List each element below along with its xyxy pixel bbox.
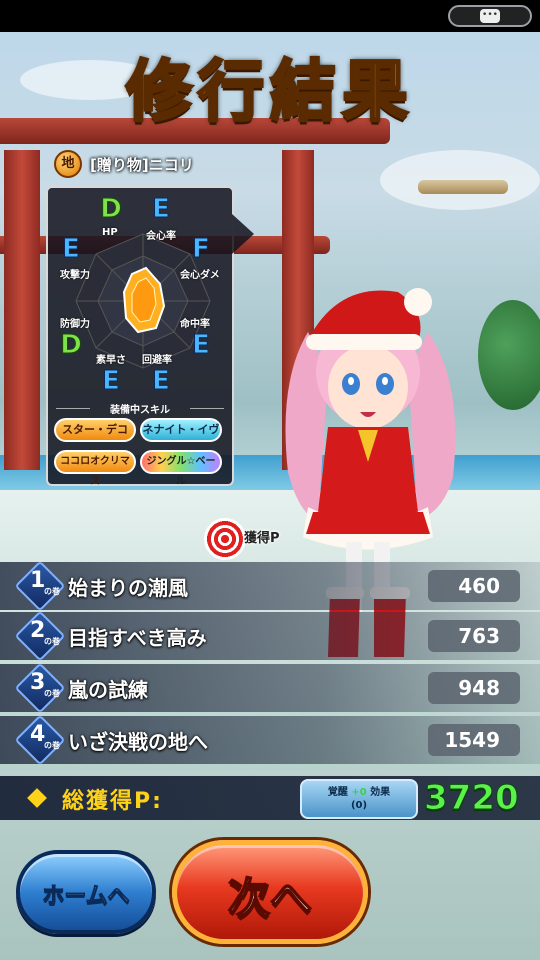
chapter-points: 948 — [428, 672, 520, 704]
next-button[interactable]: 次へ — [172, 840, 368, 944]
awakening-bonus-badge: 覚醒 +0 効果 (0) — [300, 779, 418, 819]
awakening-text: 覚醒 — [327, 787, 348, 798]
label-crit-rate: 会心率 — [146, 231, 176, 242]
earth-element-icon: 地 — [54, 150, 82, 178]
grade-hit-rate: E — [192, 330, 211, 361]
grade-evasion: E — [152, 366, 171, 397]
grade-hp: D — [100, 194, 123, 225]
awakening-plus: +0 — [351, 787, 367, 798]
chapter-name: 嵐の試練 — [68, 678, 148, 702]
torii-post — [4, 150, 40, 470]
candy-icon — [204, 518, 246, 560]
chapter-points: 763 — [428, 620, 520, 652]
skill-slot-2[interactable]: ネナイト・イヴ — [140, 418, 222, 442]
character-illustration — [285, 288, 456, 657]
home-button[interactable]: ホームへ — [16, 850, 156, 934]
next-button-label: 次へ — [227, 873, 313, 924]
skill-slot-3[interactable]: ココロオクリマス — [54, 450, 136, 487]
equipped-skills-title: 装備中スキル — [110, 405, 170, 416]
chapter-points: 460 — [428, 570, 520, 602]
chapter-suffix: の巻 — [44, 637, 60, 646]
skill-slot-4[interactable]: ジングル☆ベール — [140, 450, 222, 487]
label-evasion: 回避率 — [142, 355, 172, 366]
result-screen: ••• 修行結果 地 [贈り物]ニコリ D E E F D E E E HP 会… — [0, 0, 540, 960]
label-hit-rate: 命中率 — [180, 319, 210, 330]
awakening-effect: 効果 — [370, 787, 391, 798]
label-hp: HP — [102, 227, 118, 238]
grade-speed: E — [102, 366, 121, 397]
chapter-suffix: の巻 — [44, 741, 60, 750]
chapter-points: 1549 — [428, 724, 520, 756]
reward-row: 4 の巻 いざ決戦の地へ 1549 — [0, 714, 540, 766]
chapter-suffix: の巻 — [44, 587, 60, 596]
reward-row: 2 の巻 目指すべき高み 763 — [0, 610, 540, 662]
grade-defense: D — [60, 330, 83, 361]
grade-attack: E — [62, 234, 81, 265]
awakening-value: (0) — [350, 800, 368, 811]
label-crit-damage: 会心ダメ — [180, 270, 220, 281]
earned-points-header: 獲得P — [244, 531, 280, 546]
result-title: 修行結果 — [125, 52, 414, 132]
label-speed: 素早さ — [96, 355, 126, 366]
reward-row: 3 の巻 嵐の試練 948 — [0, 662, 540, 714]
distant-torii — [418, 180, 508, 194]
label-attack: 攻撃力 — [60, 270, 90, 281]
total-points-label: 総獲得P: — [62, 789, 163, 814]
chapter-name: 始まりの潮風 — [68, 576, 188, 600]
total-points-value: 3720 — [424, 778, 520, 819]
chat-button[interactable]: ••• — [448, 5, 532, 27]
total-points-bar: 総獲得P: 3720 — [0, 776, 540, 820]
status-bar: ••• — [0, 0, 540, 32]
awakening-label: 覚醒 +0 効果 — [302, 783, 416, 798]
reward-row: 1 の巻 始まりの潮風 460 — [0, 560, 540, 612]
skill-slot-1[interactable]: スター・デコ — [54, 418, 136, 442]
chapter-suffix: の巻 — [44, 689, 60, 698]
home-button-label: ホームへ — [42, 884, 130, 910]
diamond-icon — [27, 788, 47, 808]
chat-bubble-icon: ••• — [480, 9, 500, 23]
panel-pointer — [232, 214, 254, 254]
chapter-name: 目指すべき高み — [68, 626, 207, 650]
character-name: [贈り物]ニコリ — [90, 156, 194, 174]
grade-crit-rate: E — [152, 194, 171, 225]
grade-crit-damage: F — [192, 234, 211, 265]
tree — [478, 300, 540, 410]
label-defense: 防御力 — [60, 319, 90, 330]
chapter-name: いざ決戦の地へ — [68, 730, 208, 754]
